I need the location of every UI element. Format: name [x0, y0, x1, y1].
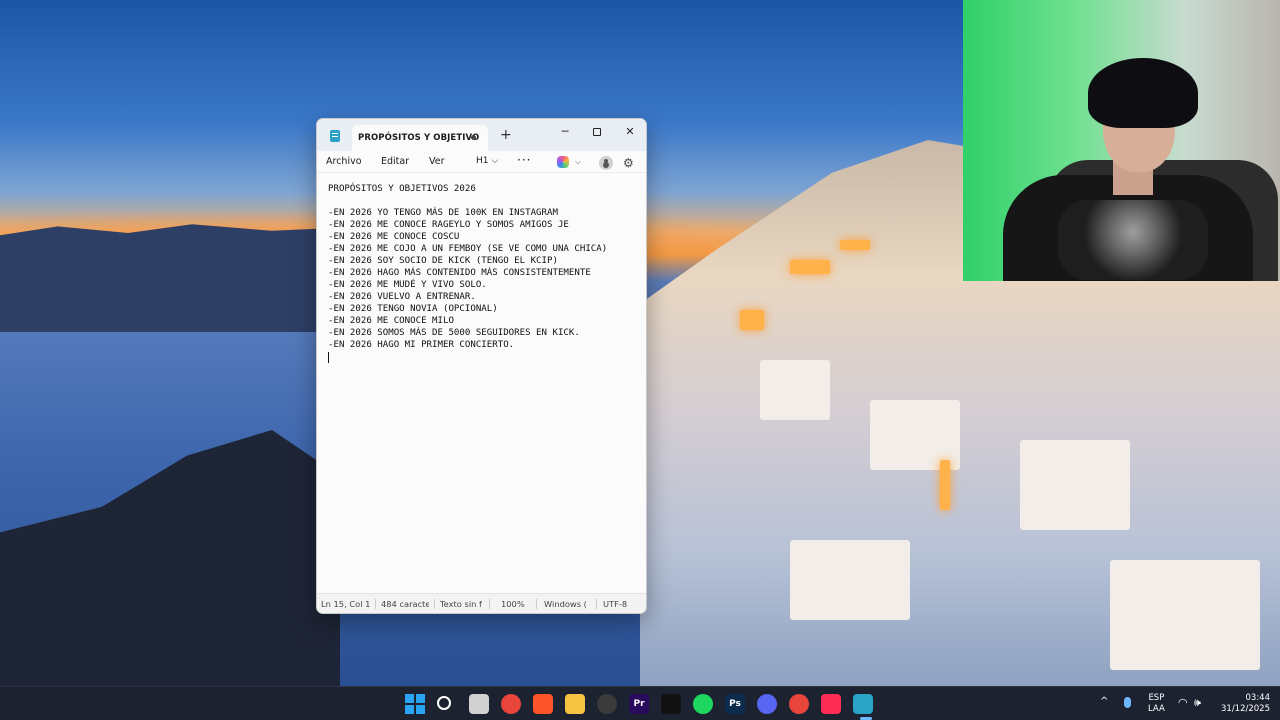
new-tab-button[interactable]: +: [500, 127, 512, 143]
editor-line: -EN 2026 ME MUDÉ Y VIVO SOLO.: [328, 280, 487, 290]
status-divider: [375, 599, 376, 609]
editor-line: -EN 2026 HAGO MÁS CONTENIDO MÁS CONSISTE…: [328, 268, 591, 278]
tray-overflow-chevron-icon[interactable]: ^: [1100, 696, 1108, 720]
tiktok-app[interactable]: [821, 694, 841, 714]
status-divider: [434, 599, 435, 609]
editor-line: -EN 2026 TENGO NOVIA (OPCIONAL): [328, 304, 498, 314]
editor-line: -EN 2026 YO TENGO MÁS DE 100K EN INSTAGR…: [328, 208, 558, 218]
start-button[interactable]: [405, 694, 425, 714]
search-button[interactable]: [437, 696, 451, 710]
microphone-icon[interactable]: [1124, 697, 1131, 708]
editor-line: -EN 2026 ME CONOCE MILO: [328, 316, 454, 326]
status-divider: [596, 599, 597, 609]
zoom-level[interactable]: 100%: [501, 599, 527, 609]
unsaved-dot-icon[interactable]: [471, 135, 476, 140]
editor-line: -EN 2026 VUELVO A ENTRENAR.: [328, 292, 476, 302]
language-code: ESP: [1148, 693, 1165, 703]
notepad-icon: [330, 130, 340, 142]
editor-line: PROPÓSITOS Y OBJETIVOS 2026: [328, 184, 476, 194]
taskbar: Pr Ps ^ ESP LAA ◠ 🕪 03:44 31/12/2025: [0, 686, 1280, 720]
text-format[interactable]: Texto sin f: [440, 599, 484, 609]
clock-date: 31/12/2025: [1221, 704, 1270, 714]
more-options-button[interactable]: ···: [517, 153, 531, 167]
copilot-icon[interactable]: [557, 156, 569, 168]
copilot-chevron-icon[interactable]: ⌵: [575, 157, 581, 167]
editor-line: -EN 2026 ME CONOCE RAGEYLO Y SOMOS AMIGO…: [328, 220, 569, 230]
obs-app[interactable]: [597, 694, 617, 714]
encoding[interactable]: UTF-8: [603, 599, 643, 609]
menu-bar: Archivo Editar Ver H1 ⌵ ··· ⌵ ⚙: [317, 151, 646, 173]
notepad-window[interactable]: PROPÓSITOS Y OBJETIVO + ─ ✕ Archivo Edit…: [316, 118, 647, 614]
settings-gear-icon[interactable]: ⚙: [623, 156, 634, 170]
volume-icon[interactable]: 🕪: [1194, 696, 1201, 720]
shirt-graphic: [1058, 200, 1208, 280]
maximize-icon: [593, 128, 601, 136]
notepad-app[interactable]: [853, 694, 873, 714]
account-icon[interactable]: [599, 156, 613, 170]
text-editor[interactable]: PROPÓSITOS Y OBJETIVOS 2026 -EN 2026 YO …: [317, 173, 646, 595]
heading-dropdown[interactable]: H1 ⌵: [476, 156, 498, 166]
wifi-icon[interactable]: ◠: [1178, 696, 1188, 720]
character-count: 484 caracte: [381, 599, 429, 609]
tab-title: PROPÓSITOS Y OBJETIVO: [358, 133, 480, 143]
maximize-button[interactable]: [582, 122, 612, 142]
menu-view[interactable]: Ver: [429, 156, 445, 167]
discord-app[interactable]: [757, 694, 777, 714]
status-bar: Ln 15, Col 1 484 caracte Texto sin f 100…: [317, 593, 646, 613]
file-explorer-app[interactable]: [565, 694, 585, 714]
keyboard-layout: LAA: [1148, 704, 1165, 714]
line-ending[interactable]: Windows (: [544, 599, 588, 609]
brave-app[interactable]: [533, 694, 553, 714]
text-cursor: [328, 352, 329, 363]
status-divider: [536, 599, 537, 609]
menu-edit[interactable]: Editar: [381, 156, 409, 167]
chrome-app-2[interactable]: [789, 694, 809, 714]
status-divider: [489, 599, 490, 609]
clock[interactable]: 03:44 31/12/2025: [1218, 693, 1270, 720]
spotify-app[interactable]: [693, 694, 713, 714]
minimize-button[interactable]: ─: [550, 122, 580, 142]
document-tab[interactable]: PROPÓSITOS Y OBJETIVO: [352, 125, 488, 151]
language-indicator[interactable]: ESP LAA: [1148, 693, 1165, 720]
editor-line: -EN 2026 SOMOS MÁS DE 5000 SEGUIDORES EN…: [328, 328, 580, 338]
menu-file[interactable]: Archivo: [326, 156, 362, 167]
photoshop-app[interactable]: Ps: [725, 694, 745, 714]
webcam-overlay: [963, 0, 1280, 281]
editor-line: -EN 2026 HAGO MI PRIMER CONCIERTO.: [328, 340, 515, 350]
person-hair: [1088, 58, 1198, 128]
premiere-app[interactable]: Pr: [629, 694, 649, 714]
cursor-position: Ln 15, Col 1: [321, 599, 371, 609]
mountain-silhouette: [0, 224, 320, 332]
chrome-app[interactable]: [501, 694, 521, 714]
capcut-app[interactable]: [661, 694, 681, 714]
task-view-button[interactable]: [469, 694, 489, 714]
title-bar[interactable]: PROPÓSITOS Y OBJETIVO + ─ ✕: [317, 119, 646, 151]
clock-time: 03:44: [1245, 693, 1271, 703]
editor-line: -EN 2026 ME CONOCE COSCU: [328, 232, 460, 242]
close-button[interactable]: ✕: [615, 122, 645, 142]
editor-line: -EN 2026 ME COJO A UN FEMBOY (SE VE COMO…: [328, 244, 608, 254]
editor-line: -EN 2026 SOY SOCIO DE KICK (TENGO EL KCI…: [328, 256, 558, 266]
